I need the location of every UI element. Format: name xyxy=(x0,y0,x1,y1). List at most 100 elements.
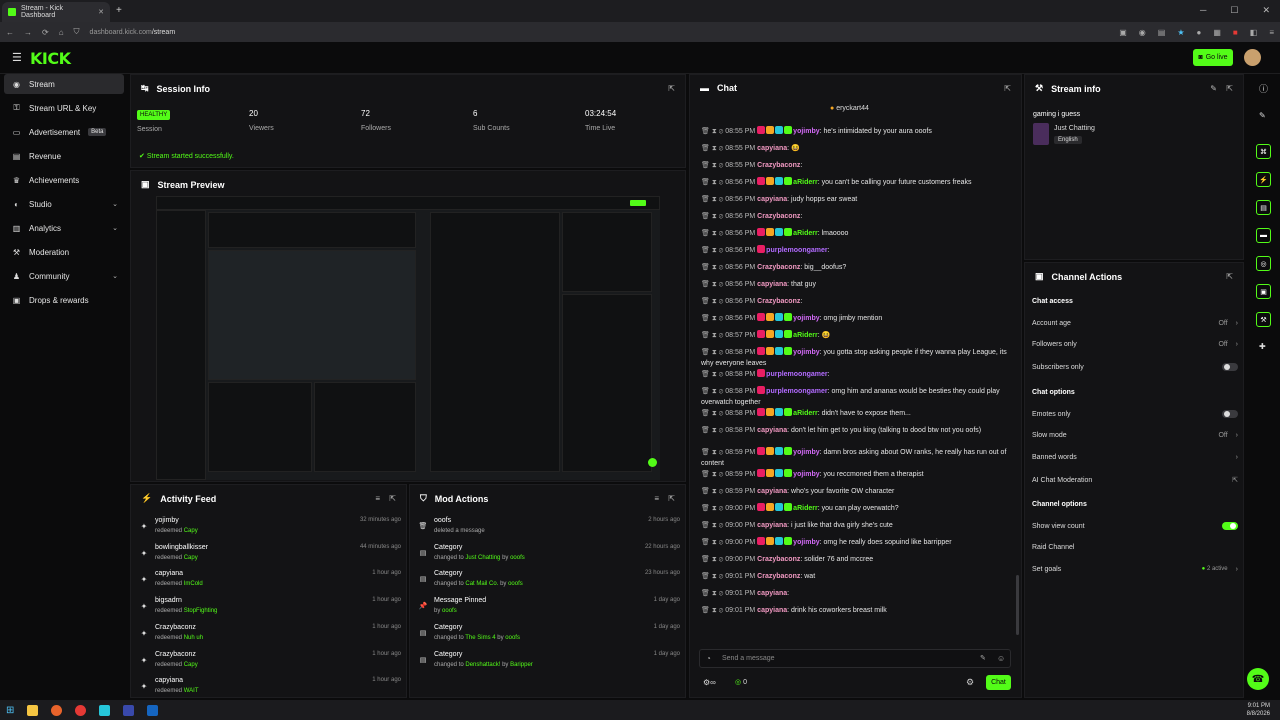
ban-icon[interactable]: ⊘ xyxy=(719,349,724,356)
delete-message-icon[interactable]: 🗑 xyxy=(701,162,710,169)
delete-message-icon[interactable]: 🗑 xyxy=(701,522,710,529)
timeout-icon[interactable]: ⧗ xyxy=(712,315,717,322)
timeout-icon[interactable]: ⧗ xyxy=(712,128,717,135)
chat-message[interactable]: 🗑 ⧗ ⊘ 08:58 PM purplemoongamer: omg him … xyxy=(701,386,1016,408)
filter-icon[interactable]: ≡ xyxy=(375,494,380,503)
delete-message-icon[interactable]: 🗑 xyxy=(701,298,710,305)
timeout-icon[interactable]: ⧗ xyxy=(712,332,717,339)
ban-icon[interactable]: ⊘ xyxy=(719,505,724,512)
user-name[interactable]: Crazybaconz xyxy=(155,624,196,631)
delete-message-icon[interactable]: 🗑 xyxy=(701,539,710,546)
chat-message[interactable]: 🗑 ⧗ ⊘ 08:55 PM capyiana: 😆 xyxy=(701,143,1016,154)
timeout-icon[interactable]: ⧗ xyxy=(712,427,717,434)
timeout-icon[interactable]: ⧗ xyxy=(712,410,717,417)
timeout-icon[interactable]: ⧗ xyxy=(712,298,717,305)
back-icon[interactable]: ← xyxy=(6,28,14,37)
show-view-count-toggle[interactable] xyxy=(1222,522,1238,530)
chat-message[interactable]: 🗑 ⧗ ⊘ 08:56 PM Crazybaconz: big__doofus? xyxy=(701,262,1016,273)
reload-icon[interactable]: ⟳ xyxy=(42,28,49,37)
chat-message[interactable]: 🗑 ⧗ ⊘ 09:01 PM Crazybaconz: wat xyxy=(701,571,1016,582)
ban-icon[interactable]: ⊘ xyxy=(719,298,724,305)
extension-icon[interactable]: ▤ xyxy=(1158,28,1166,37)
ban-icon[interactable]: ⊘ xyxy=(719,388,724,395)
chat-message[interactable]: 🗑 ⧗ ⊘ 08:58 PM capyiana: don't let him g… xyxy=(701,425,1016,436)
timeout-icon[interactable]: ⧗ xyxy=(712,145,717,152)
sidebar-item-achievements[interactable]: ♛ Achievements xyxy=(4,170,124,190)
timeout-icon[interactable]: ⧗ xyxy=(712,179,717,186)
chat-message[interactable]: 🗑 ⧗ ⊘ 08:56 PM capyiana: that guy xyxy=(701,279,1016,290)
chat-message[interactable]: 🗑 ⧗ ⊘ 08:56 PM Crazybaconz: xyxy=(701,296,1016,307)
menu-icon[interactable]: ≡ xyxy=(1269,28,1274,37)
steam-icon[interactable] xyxy=(147,704,159,716)
extension-icon[interactable]: ■ xyxy=(1233,28,1238,37)
chat-message[interactable]: 🗑 ⧗ ⊘ 09:01 PM capyiana: drink his cowor… xyxy=(701,605,1016,616)
ban-icon[interactable]: ⊘ xyxy=(719,607,724,614)
ban-icon[interactable]: ⊘ xyxy=(719,371,724,378)
extension-icon[interactable]: ◧ xyxy=(1250,28,1258,37)
chat-username[interactable]: Crazybaconz xyxy=(757,573,800,580)
avatar[interactable] xyxy=(1244,49,1261,66)
add-widget-icon[interactable]: ✚ xyxy=(1259,342,1266,351)
user-name[interactable]: capyiana xyxy=(155,570,183,577)
timeout-icon[interactable]: ⧗ xyxy=(712,505,717,512)
popout-icon[interactable]: ⇱ xyxy=(389,494,396,503)
firefox-icon[interactable] xyxy=(51,704,63,716)
chat-message[interactable]: 🗑 ⧗ ⊘ 09:01 PM capyiana: xyxy=(701,588,1016,599)
sidebar-item-studio[interactable]: ◐ Studio ⌄ xyxy=(4,194,124,214)
rail-session-icon[interactable]: ⌘ xyxy=(1256,144,1271,159)
delete-message-icon[interactable]: 🗑 xyxy=(701,230,710,237)
edit-icon[interactable]: ✎ xyxy=(1259,111,1266,120)
chat-username[interactable]: yojimby xyxy=(793,449,819,456)
forward-icon[interactable]: → xyxy=(24,28,32,37)
ban-icon[interactable]: ⊘ xyxy=(719,522,724,529)
ban-icon[interactable]: ⊘ xyxy=(719,281,724,288)
windows-start-icon[interactable]: ⊞ xyxy=(6,705,14,716)
timeout-icon[interactable]: ⧗ xyxy=(712,247,717,254)
ban-icon[interactable]: ⊘ xyxy=(719,590,724,597)
chat-message[interactable]: 🗑 ⧗ ⊘ 08:56 PM aRiderr: lmaoooo xyxy=(701,228,1016,239)
hamburger-menu-icon[interactable]: ☰ xyxy=(12,51,22,64)
ban-icon[interactable]: ⊘ xyxy=(719,410,724,417)
account-age-row[interactable]: Account age Off › xyxy=(1032,320,1238,327)
sidebar-item-stream-url[interactable]: ⚿ Stream URL & Key xyxy=(4,98,124,118)
delete-message-icon[interactable]: 🗑 xyxy=(701,573,710,580)
delete-message-icon[interactable]: 🗑 xyxy=(701,449,710,456)
ban-icon[interactable]: ⊘ xyxy=(719,315,724,322)
bookmark-star-icon[interactable]: ★ xyxy=(1177,28,1184,37)
banned-words-row[interactable]: Banned words › xyxy=(1032,454,1238,461)
delete-message-icon[interactable]: 🗑 xyxy=(701,556,710,563)
ban-icon[interactable]: ⊘ xyxy=(719,128,724,135)
minimize-icon[interactable]: ─ xyxy=(1200,5,1206,16)
popout-icon[interactable]: ⇱ xyxy=(1226,272,1233,281)
ban-icon[interactable]: ⊘ xyxy=(719,145,724,152)
chat-message[interactable]: 🗑 ⧗ ⊘ 08:58 PM yojimby: you gotta stop a… xyxy=(701,347,1016,369)
chat-username[interactable]: aRiderr xyxy=(793,332,818,339)
chat-input[interactable]: Send a message xyxy=(699,649,1011,668)
app-icon[interactable] xyxy=(99,704,111,716)
timeout-icon[interactable]: ⧗ xyxy=(712,556,717,563)
chat-username[interactable]: yojimby xyxy=(793,128,819,135)
delete-message-icon[interactable]: 🗑 xyxy=(701,349,710,356)
shield-icon[interactable]: ⛉ xyxy=(74,27,80,37)
emote-icon[interactable]: ◔ xyxy=(706,654,711,663)
chat-username[interactable]: capyiana xyxy=(757,196,787,203)
chat-message[interactable]: 🗑 ⧗ ⊘ 08:56 PM capyiana: judy hopps ear … xyxy=(701,194,1016,205)
info-icon[interactable]: ⓘ xyxy=(1259,82,1268,95)
ban-icon[interactable]: ⊘ xyxy=(719,427,724,434)
chat-scrollbar[interactable] xyxy=(1016,575,1019,635)
timeout-icon[interactable]: ⧗ xyxy=(712,607,717,614)
rail-chat-icon[interactable]: ▬ xyxy=(1256,228,1271,243)
ban-icon[interactable]: ⊘ xyxy=(719,264,724,271)
chat-message[interactable]: 🗑 ⧗ ⊘ 08:56 PM purplemoongamer: xyxy=(701,245,1016,256)
delete-message-icon[interactable]: 🗑 xyxy=(701,488,710,495)
delete-message-icon[interactable]: 🗑 xyxy=(701,128,710,135)
chat-message[interactable]: 🗑 ⧗ ⊘ 08:55 PM Crazybaconz: xyxy=(701,160,1016,171)
user-name[interactable]: yojimby xyxy=(155,517,179,524)
chat-username[interactable]: Crazybaconz xyxy=(757,556,800,563)
timeout-icon[interactable]: ⧗ xyxy=(712,349,717,356)
chat-message[interactable]: 🗑 ⧗ ⊘ 09:00 PM yojimby: omg he really do… xyxy=(701,537,1016,548)
chat-username[interactable]: capyiana xyxy=(757,145,787,152)
sidebar-item-revenue[interactable]: ▤ Revenue xyxy=(4,146,124,166)
chat-message[interactable]: 🗑 ⧗ ⊘ 08:58 PM purplemoongamer: xyxy=(701,369,1016,380)
chat-username[interactable]: purplemoongamer xyxy=(766,388,827,395)
